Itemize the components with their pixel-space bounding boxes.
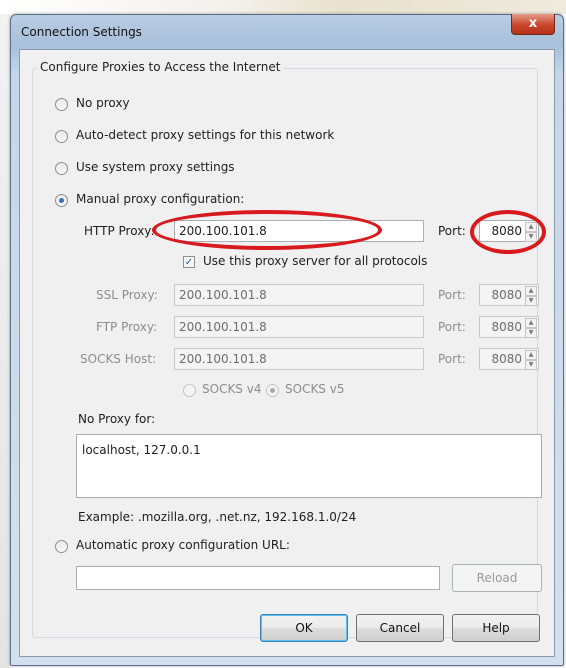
no-proxy-radio[interactable] [55, 98, 68, 111]
ssl-port-spinner[interactable]: 8080 ▲ ▼ [479, 284, 539, 306]
system-proxy-label[interactable]: Use system proxy settings [76, 160, 235, 174]
ftp-port-label: Port: [438, 320, 466, 334]
socks-port-spinner[interactable]: 8080 ▲ ▼ [479, 348, 539, 370]
title-bar[interactable]: Connection Settings x [11, 14, 563, 49]
socks-host-input[interactable]: 200.100.101.8 [174, 348, 424, 370]
background-window-strip [0, 0, 566, 14]
socks-v5-label[interactable]: SOCKS v5 [285, 382, 344, 396]
dialog-client-area: Configure Proxies to Access the Internet… [19, 49, 555, 657]
http-proxy-label: HTTP Proxy: [84, 224, 155, 238]
connection-settings-dialog: Connection Settings x Configure Proxies … [10, 14, 564, 666]
no-proxy-example: Example: .mozilla.org, .net.nz, 192.168.… [78, 510, 357, 524]
socks-v4-label[interactable]: SOCKS v4 [202, 382, 261, 396]
socks-v5-radio[interactable] [266, 384, 279, 397]
auto-config-url-label[interactable]: Automatic proxy configuration URL: [76, 538, 290, 552]
auto-config-url-radio[interactable] [55, 540, 68, 553]
help-button[interactable]: Help [452, 614, 540, 642]
window-title: Connection Settings [21, 25, 142, 39]
cancel-button[interactable]: Cancel [356, 614, 444, 642]
use-for-all-label[interactable]: Use this proxy server for all protocols [203, 254, 427, 268]
socks-port-label: Port: [438, 352, 466, 366]
socks-host-label: SOCKS Host: [80, 352, 157, 366]
socks-v4-radio[interactable] [183, 384, 196, 397]
http-port-value: 8080 [491, 224, 522, 238]
auto-config-url-input[interactable] [76, 566, 440, 590]
ftp-proxy-label: FTP Proxy: [96, 320, 158, 334]
ftp-port-value: 8080 [491, 320, 522, 334]
reload-button[interactable]: Reload [452, 564, 542, 592]
http-proxy-input[interactable]: 200.100.101.8 [174, 220, 424, 242]
socks-port-value: 8080 [491, 352, 522, 366]
auto-detect-label[interactable]: Auto-detect proxy settings for this netw… [76, 128, 334, 142]
ftp-port-spinner[interactable]: 8080 ▲ ▼ [479, 316, 539, 338]
spinner-arrows-icon[interactable]: ▲ ▼ [525, 222, 537, 242]
spinner-arrows-icon[interactable]: ▲ ▼ [525, 286, 537, 306]
group-title: Configure Proxies to Access the Internet [37, 60, 284, 74]
background-left-strip [0, 14, 10, 668]
close-icon: x [528, 16, 538, 31]
ftp-proxy-input[interactable]: 200.100.101.8 [174, 316, 424, 338]
no-proxy-label[interactable]: No proxy [76, 96, 130, 110]
ok-button[interactable]: OK [260, 614, 348, 642]
auto-detect-radio[interactable] [55, 130, 68, 143]
http-port-spinner[interactable]: 8080 ▲ ▼ [479, 220, 539, 242]
spinner-arrows-icon[interactable]: ▲ ▼ [525, 318, 537, 338]
http-port-label: Port: [438, 224, 466, 238]
manual-proxy-radio[interactable] [55, 194, 68, 207]
no-proxy-for-label: No Proxy for: [78, 412, 156, 426]
ssl-proxy-label: SSL Proxy: [96, 288, 158, 302]
no-proxy-for-textarea[interactable]: localhost, 127.0.0.1 [76, 434, 542, 498]
system-proxy-radio[interactable] [55, 162, 68, 175]
manual-proxy-label[interactable]: Manual proxy configuration: [76, 192, 244, 206]
use-for-all-checkbox[interactable]: ✓ [183, 256, 195, 268]
close-button[interactable]: x [511, 14, 555, 35]
ssl-proxy-input[interactable]: 200.100.101.8 [174, 284, 424, 306]
spinner-arrows-icon[interactable]: ▲ ▼ [525, 350, 537, 370]
ssl-port-label: Port: [438, 288, 466, 302]
ssl-port-value: 8080 [491, 288, 522, 302]
